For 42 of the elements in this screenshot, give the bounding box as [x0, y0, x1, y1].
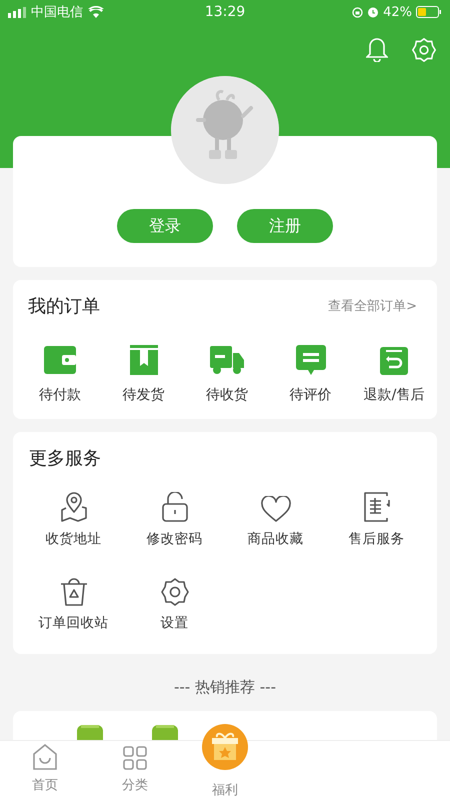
battery-icon [416, 6, 442, 18]
carrier-name: 中国电信 [31, 4, 83, 21]
heart-icon [260, 496, 290, 522]
order-status-item[interactable]: 待评价 [276, 344, 346, 404]
return-icon [380, 345, 408, 375]
section-title: 我的订单 [28, 295, 100, 318]
settings-icon[interactable] [412, 38, 436, 62]
view-all-orders-link[interactable]: 查看全部订单> [328, 297, 417, 315]
order-status-item[interactable]: 退款/售后 [359, 344, 429, 404]
settings-icon [160, 578, 188, 606]
truck-icon [210, 346, 244, 374]
wallet-icon [44, 346, 76, 374]
service-item[interactable]: 订单回收站 [23, 574, 124, 632]
order-status-item[interactable]: 待付款 [25, 344, 95, 404]
service-item[interactable]: 设置 [124, 574, 225, 632]
document-icon [362, 492, 390, 522]
wifi-icon [88, 6, 104, 18]
battery-percentage: 42% [383, 4, 412, 20]
alarm-clock-icon [367, 6, 380, 18]
section-heading: --- 热销推荐 --- [174, 678, 276, 696]
tab[interactable]: 首页 [0, 741, 90, 800]
category-icon [123, 746, 147, 770]
comment-icon [296, 345, 326, 375]
bell-icon[interactable] [366, 38, 388, 62]
padlock-icon [162, 492, 188, 522]
trash-bin-icon [60, 576, 88, 606]
gift-icon [202, 724, 248, 770]
home-icon [33, 744, 57, 770]
service-item[interactable]: 售后服务 [326, 490, 427, 548]
tab[interactable]: 福利 [180, 724, 270, 800]
location-pin-icon [60, 492, 86, 522]
service-item[interactable]: 收货地址 [23, 490, 124, 548]
order-status-item[interactable]: 待收货 [192, 344, 262, 404]
box-icon [130, 345, 158, 375]
section-title: 更多服务 [29, 447, 102, 470]
signal-icon [8, 6, 26, 18]
status-time: 13:29 [204, 4, 246, 20]
service-item[interactable]: 修改密码 [124, 490, 225, 548]
order-status-item[interactable]: 待发货 [108, 344, 178, 404]
tab[interactable]: 分类 [90, 741, 180, 800]
rotation-lock-icon [352, 6, 364, 18]
service-item[interactable]: 商品收藏 [225, 490, 326, 548]
